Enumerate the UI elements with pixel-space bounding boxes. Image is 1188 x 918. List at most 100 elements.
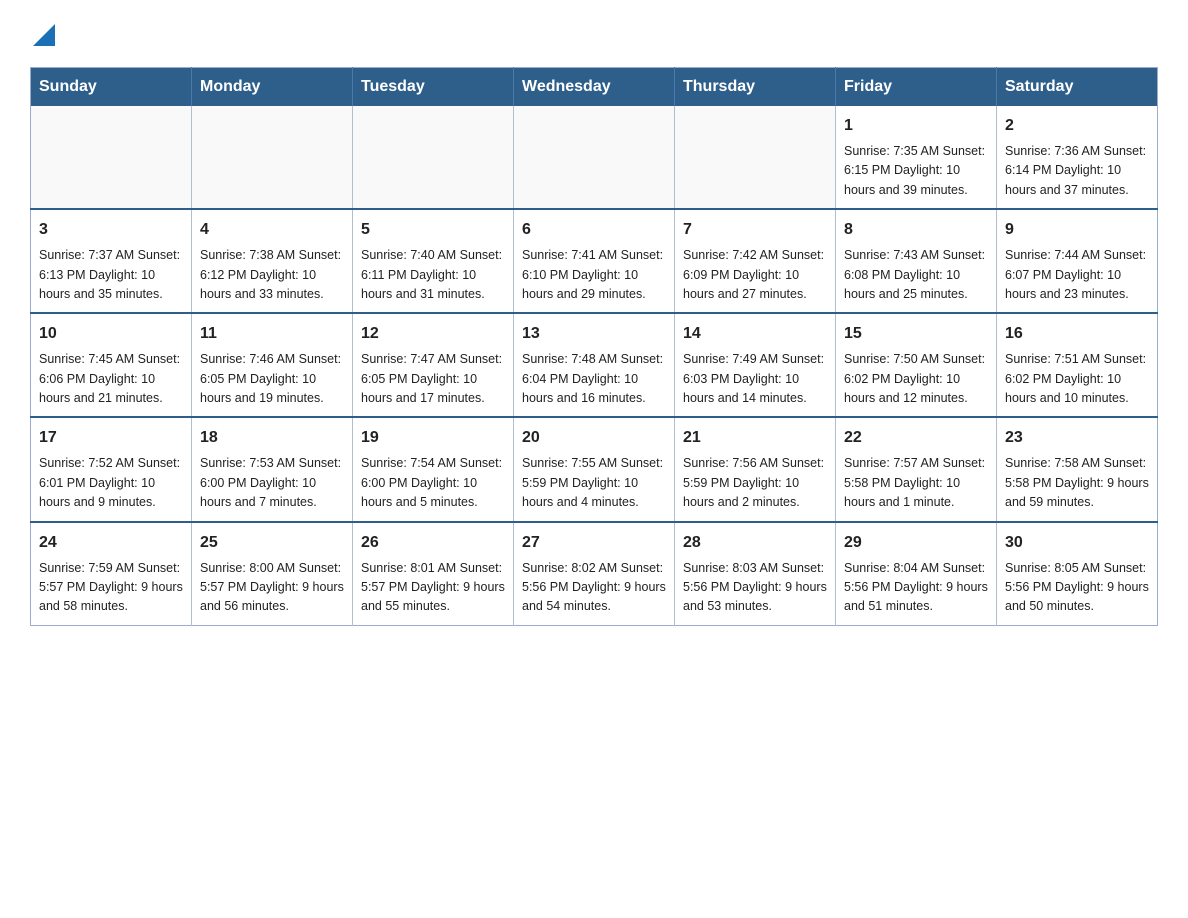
day-number: 18 — [200, 426, 344, 450]
day-info: Sunrise: 7:48 AM Sunset: 6:04 PM Dayligh… — [522, 350, 666, 408]
day-info: Sunrise: 7:41 AM Sunset: 6:10 PM Dayligh… — [522, 246, 666, 304]
calendar-cell: 19 Sunrise: 7:54 AM Sunset: 6:00 PM Dayli… — [353, 417, 514, 521]
calendar-cell: 29 Sunrise: 8:04 AM Sunset: 5:56 PM Dayli… — [836, 522, 997, 626]
day-info: Sunrise: 7:42 AM Sunset: 6:09 PM Dayligh… — [683, 246, 827, 304]
weekday-header-friday: Friday — [836, 68, 997, 107]
calendar-cell — [31, 106, 192, 209]
day-number: 3 — [39, 218, 183, 242]
day-number: 15 — [844, 322, 988, 346]
day-info: Sunrise: 7:54 AM Sunset: 6:00 PM Dayligh… — [361, 454, 505, 512]
day-number: 6 — [522, 218, 666, 242]
day-number: 24 — [39, 531, 183, 555]
calendar-cell: 22Sunrise: 7:57 AM Sunset: 5:58 PM Dayli… — [836, 417, 997, 521]
calendar-cell: 11 Sunrise: 7:46 AM Sunset: 6:05 PM Dayli… — [192, 313, 353, 417]
day-number: 23 — [1005, 426, 1149, 450]
calendar-cell: 5 Sunrise: 7:40 AM Sunset: 6:11 PM Daylig… — [353, 209, 514, 313]
calendar-table: SundayMondayTuesdayWednesdayThursdayFrid… — [30, 67, 1158, 626]
day-info: Sunrise: 7:46 AM Sunset: 6:05 PM Dayligh… — [200, 350, 344, 408]
calendar-cell — [353, 106, 514, 209]
day-number: 4 — [200, 218, 344, 242]
day-info: Sunrise: 7:53 AM Sunset: 6:00 PM Dayligh… — [200, 454, 344, 512]
calendar-week-1: 1Sunrise: 7:35 AM Sunset: 6:15 PM Daylig… — [31, 106, 1158, 209]
calendar-cell: 24Sunrise: 7:59 AM Sunset: 5:57 PM Dayli… — [31, 522, 192, 626]
calendar-cell: 16Sunrise: 7:51 AM Sunset: 6:02 PM Dayli… — [997, 313, 1158, 417]
calendar-cell: 1Sunrise: 7:35 AM Sunset: 6:15 PM Daylig… — [836, 106, 997, 209]
day-info: Sunrise: 7:50 AM Sunset: 6:02 PM Dayligh… — [844, 350, 988, 408]
day-info: Sunrise: 7:44 AM Sunset: 6:07 PM Dayligh… — [1005, 246, 1149, 304]
day-number: 28 — [683, 531, 827, 555]
day-number: 17 — [39, 426, 183, 450]
logo — [30, 20, 55, 47]
day-number: 1 — [844, 114, 988, 138]
calendar-week-2: 3 Sunrise: 7:37 AM Sunset: 6:13 PM Daylig… — [31, 209, 1158, 313]
day-number: 26 — [361, 531, 505, 555]
day-number: 14 — [683, 322, 827, 346]
calendar-cell: 21Sunrise: 7:56 AM Sunset: 5:59 PM Dayli… — [675, 417, 836, 521]
calendar-cell: 6 Sunrise: 7:41 AM Sunset: 6:10 PM Daylig… — [514, 209, 675, 313]
day-info: Sunrise: 7:38 AM Sunset: 6:12 PM Dayligh… — [200, 246, 344, 304]
day-info: Sunrise: 7:43 AM Sunset: 6:08 PM Dayligh… — [844, 246, 988, 304]
calendar-cell: 7 Sunrise: 7:42 AM Sunset: 6:09 PM Daylig… — [675, 209, 836, 313]
calendar-cell: 15 Sunrise: 7:50 AM Sunset: 6:02 PM Dayli… — [836, 313, 997, 417]
day-number: 13 — [522, 322, 666, 346]
weekday-header-thursday: Thursday — [675, 68, 836, 107]
day-number: 30 — [1005, 531, 1149, 555]
calendar-cell: 13 Sunrise: 7:48 AM Sunset: 6:04 PM Dayli… — [514, 313, 675, 417]
day-number: 29 — [844, 531, 988, 555]
day-info: Sunrise: 8:05 AM Sunset: 5:56 PM Dayligh… — [1005, 559, 1149, 617]
calendar-cell: 27 Sunrise: 8:02 AM Sunset: 5:56 PM Dayli… — [514, 522, 675, 626]
day-info: Sunrise: 7:56 AM Sunset: 5:59 PM Dayligh… — [683, 454, 827, 512]
day-number: 7 — [683, 218, 827, 242]
calendar-cell: 4 Sunrise: 7:38 AM Sunset: 6:12 PM Daylig… — [192, 209, 353, 313]
day-number: 16 — [1005, 322, 1149, 346]
calendar-cell: 17 Sunrise: 7:52 AM Sunset: 6:01 PM Dayli… — [31, 417, 192, 521]
calendar-cell: 26Sunrise: 8:01 AM Sunset: 5:57 PM Dayli… — [353, 522, 514, 626]
day-info: Sunrise: 8:04 AM Sunset: 5:56 PM Dayligh… — [844, 559, 988, 617]
calendar-cell: 25Sunrise: 8:00 AM Sunset: 5:57 PM Dayli… — [192, 522, 353, 626]
day-info: Sunrise: 7:55 AM Sunset: 5:59 PM Dayligh… — [522, 454, 666, 512]
day-number: 8 — [844, 218, 988, 242]
day-info: Sunrise: 7:45 AM Sunset: 6:06 PM Dayligh… — [39, 350, 183, 408]
calendar-cell: 10Sunrise: 7:45 AM Sunset: 6:06 PM Dayli… — [31, 313, 192, 417]
weekday-header-saturday: Saturday — [997, 68, 1158, 107]
day-info: Sunrise: 7:40 AM Sunset: 6:11 PM Dayligh… — [361, 246, 505, 304]
day-info: Sunrise: 7:52 AM Sunset: 6:01 PM Dayligh… — [39, 454, 183, 512]
day-number: 27 — [522, 531, 666, 555]
calendar-cell: 18 Sunrise: 7:53 AM Sunset: 6:00 PM Dayli… — [192, 417, 353, 521]
day-info: Sunrise: 7:49 AM Sunset: 6:03 PM Dayligh… — [683, 350, 827, 408]
day-number: 12 — [361, 322, 505, 346]
weekday-header-monday: Monday — [192, 68, 353, 107]
weekday-header-row: SundayMondayTuesdayWednesdayThursdayFrid… — [31, 68, 1158, 107]
day-info: Sunrise: 8:03 AM Sunset: 5:56 PM Dayligh… — [683, 559, 827, 617]
day-number: 2 — [1005, 114, 1149, 138]
calendar-cell: 14 Sunrise: 7:49 AM Sunset: 6:03 PM Dayli… — [675, 313, 836, 417]
day-number: 5 — [361, 218, 505, 242]
day-info: Sunrise: 7:36 AM Sunset: 6:14 PM Dayligh… — [1005, 142, 1149, 200]
calendar-cell: 9Sunrise: 7:44 AM Sunset: 6:07 PM Daylig… — [997, 209, 1158, 313]
day-info: Sunrise: 7:57 AM Sunset: 5:58 PM Dayligh… — [844, 454, 988, 512]
calendar-cell: 2 Sunrise: 7:36 AM Sunset: 6:14 PM Daylig… — [997, 106, 1158, 209]
weekday-header-sunday: Sunday — [31, 68, 192, 107]
day-info: Sunrise: 7:37 AM Sunset: 6:13 PM Dayligh… — [39, 246, 183, 304]
calendar-cell — [514, 106, 675, 209]
calendar-week-4: 17 Sunrise: 7:52 AM Sunset: 6:01 PM Dayli… — [31, 417, 1158, 521]
day-info: Sunrise: 7:58 AM Sunset: 5:58 PM Dayligh… — [1005, 454, 1149, 512]
day-info: Sunrise: 7:47 AM Sunset: 6:05 PM Dayligh… — [361, 350, 505, 408]
calendar-week-5: 24Sunrise: 7:59 AM Sunset: 5:57 PM Dayli… — [31, 522, 1158, 626]
day-info: Sunrise: 8:00 AM Sunset: 5:57 PM Dayligh… — [200, 559, 344, 617]
logo-arrow-icon — [33, 20, 55, 51]
calendar-cell — [192, 106, 353, 209]
day-number: 11 — [200, 322, 344, 346]
day-number: 19 — [361, 426, 505, 450]
calendar-cell: 8 Sunrise: 7:43 AM Sunset: 6:08 PM Daylig… — [836, 209, 997, 313]
calendar-cell: 20 Sunrise: 7:55 AM Sunset: 5:59 PM Dayli… — [514, 417, 675, 521]
weekday-header-tuesday: Tuesday — [353, 68, 514, 107]
calendar-cell: 12 Sunrise: 7:47 AM Sunset: 6:05 PM Dayli… — [353, 313, 514, 417]
day-info: Sunrise: 8:02 AM Sunset: 5:56 PM Dayligh… — [522, 559, 666, 617]
calendar-cell — [675, 106, 836, 209]
page-header — [30, 20, 1158, 47]
calendar-cell: 28 Sunrise: 8:03 AM Sunset: 5:56 PM Dayli… — [675, 522, 836, 626]
day-number: 20 — [522, 426, 666, 450]
weekday-header-wednesday: Wednesday — [514, 68, 675, 107]
calendar-week-3: 10Sunrise: 7:45 AM Sunset: 6:06 PM Dayli… — [31, 313, 1158, 417]
